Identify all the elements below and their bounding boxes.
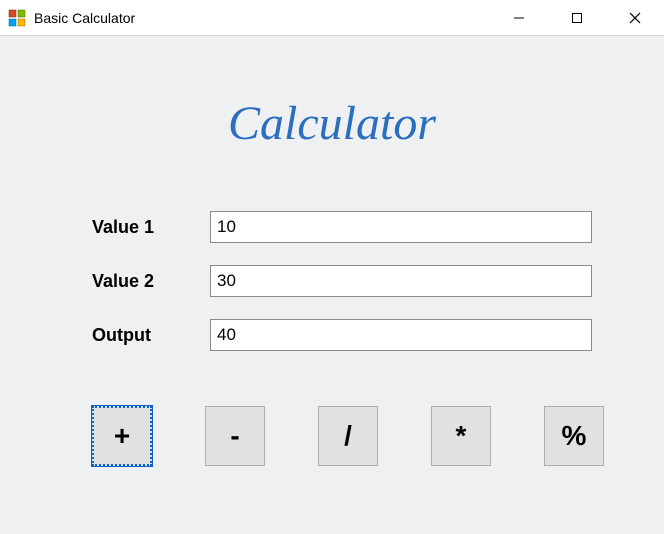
subtract-button[interactable]: - bbox=[205, 406, 265, 466]
modulo-button[interactable]: % bbox=[544, 406, 604, 466]
label-value1: Value 1 bbox=[92, 217, 210, 238]
row-value1: Value 1 bbox=[92, 211, 592, 243]
operators: + - / * % bbox=[92, 406, 604, 466]
client-area: Calculator Value 1 Value 2 Output + - / … bbox=[0, 36, 664, 534]
row-output: Output bbox=[92, 319, 592, 351]
titlebar: Basic Calculator bbox=[0, 0, 664, 36]
close-button[interactable] bbox=[606, 0, 664, 36]
page-title: Calculator bbox=[0, 96, 664, 151]
multiply-button[interactable]: * bbox=[431, 406, 491, 466]
add-button[interactable]: + bbox=[92, 406, 152, 466]
window-title: Basic Calculator bbox=[34, 10, 135, 26]
label-output: Output bbox=[92, 325, 210, 346]
label-value2: Value 2 bbox=[92, 271, 210, 292]
divide-button[interactable]: / bbox=[318, 406, 378, 466]
window-controls bbox=[490, 0, 664, 35]
app-icon bbox=[8, 9, 26, 27]
input-value2[interactable] bbox=[210, 265, 592, 297]
minimize-button[interactable] bbox=[490, 0, 548, 36]
input-output[interactable] bbox=[210, 319, 592, 351]
input-value1[interactable] bbox=[210, 211, 592, 243]
form: Value 1 Value 2 Output bbox=[92, 211, 592, 373]
row-value2: Value 2 bbox=[92, 265, 592, 297]
maximize-button[interactable] bbox=[548, 0, 606, 36]
